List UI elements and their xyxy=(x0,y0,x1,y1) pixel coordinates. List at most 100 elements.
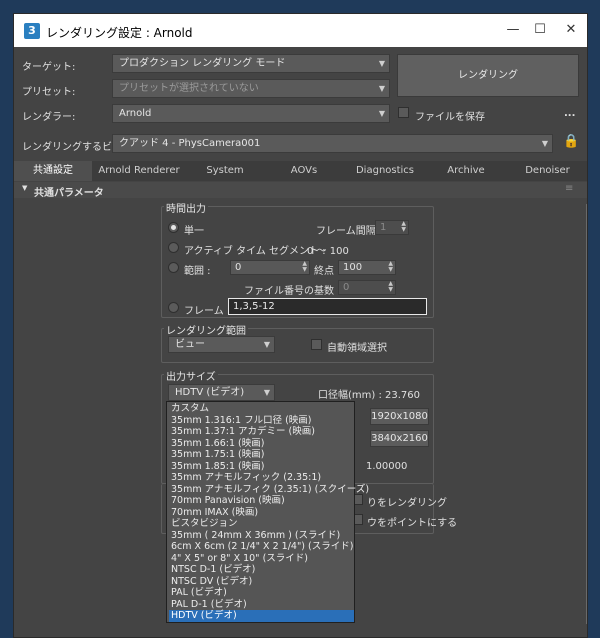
list-item[interactable]: 35mm アナモルフィック (2.35:1) xyxy=(169,472,354,484)
list-item[interactable]: ビスタビジョン xyxy=(169,518,354,530)
active-segment-value: 0 〜 100 xyxy=(307,246,349,257)
list-item[interactable]: 35mm 1.85:1 (映画) xyxy=(169,461,354,473)
list-item[interactable]: 70mm IMAX (映画) xyxy=(169,507,354,519)
list-item-selected[interactable]: HDTV (ビデオ) xyxy=(169,610,354,622)
save-file-checkbox[interactable] xyxy=(398,107,409,118)
option-label-1: りをレンダリング xyxy=(367,498,447,509)
tab-aovs[interactable]: AOVs xyxy=(264,161,344,181)
chevron-down-icon: ▼ xyxy=(378,59,385,68)
frames-input[interactable]: 1,3,5-12 xyxy=(228,298,427,315)
render-button[interactable]: レンダリング xyxy=(397,54,579,97)
file-number-spinner[interactable]: 0 ▲ ▼ xyxy=(338,280,396,295)
auto-region-label: 自動領域選択 xyxy=(327,343,387,354)
tab-denoiser[interactable]: Denoiser xyxy=(506,161,587,181)
preset-combo[interactable]: プリセットが選択されていない ▼ xyxy=(112,79,390,98)
active-segment-radio[interactable] xyxy=(168,242,179,253)
list-item[interactable]: 6cm X 6cm (2 1/4" X 2 1/4") (スライド) xyxy=(169,541,354,553)
render-area-combo[interactable]: ビュー ▼ xyxy=(168,336,275,353)
range-start-spinner[interactable]: 0 ▲ ▼ xyxy=(230,260,310,275)
frame-interval-value: 1 xyxy=(380,222,387,233)
rollout-menu-icon[interactable]: ≡ xyxy=(565,183,573,194)
time-output-title: 時間出力 xyxy=(164,200,208,215)
collapse-arrow-icon: ▼ xyxy=(22,184,28,192)
option-label-2: ウをポイントにする xyxy=(367,518,458,529)
list-item[interactable]: 35mm ( 24mm X 36mm ) (スライド) xyxy=(169,530,354,542)
list-item[interactable]: 35mm 1.37:1 アカデミー (映画) xyxy=(169,426,354,438)
range-end-spinner[interactable]: 100 ▲ ▼ xyxy=(338,260,396,275)
range-radio[interactable] xyxy=(168,262,179,273)
tab-common[interactable]: 共通設定 xyxy=(14,161,92,181)
more-button[interactable]: ... xyxy=(564,108,575,119)
tab-bar: 共通設定 Arnold Renderer System AOVs Diagnos… xyxy=(14,161,587,181)
common-parameters-rollout[interactable]: ▼ 共通パラメータ ≡ xyxy=(14,182,587,199)
chevron-down-icon: ▼ xyxy=(541,139,548,148)
save-file-label: ファイルを保存 xyxy=(415,112,485,123)
output-size-dropdown-list[interactable]: カスタム 35mm 1.316:1 フル口径 (映画) 35mm 1.37:1 … xyxy=(166,401,369,623)
time-output-group: 時間出力 単一 フレーム間隔 : 1 ▲ ▼ アクティブ タイム セグメント : … xyxy=(161,200,434,318)
spinner-arrows-icon: ▲ ▼ xyxy=(388,280,393,293)
chevron-down-icon: ▼ xyxy=(378,109,385,118)
list-item[interactable]: 35mm 1.66:1 (映画) xyxy=(169,438,354,450)
list-item[interactable]: NTSC D-1 (ビデオ) xyxy=(169,564,354,576)
target-combo[interactable]: プロダクション レンダリング モード ▼ xyxy=(112,54,390,73)
renderer-label: レンダラー: xyxy=(22,112,76,123)
spinner-arrows-icon: ▲ ▼ xyxy=(401,220,406,233)
range-label: 範囲 : xyxy=(184,266,211,277)
renderer-combo[interactable]: Arnold ▼ xyxy=(112,104,390,123)
list-item[interactable]: PAL D-1 (ビデオ) xyxy=(169,599,354,611)
preset-value: プリセットが選択されていない xyxy=(119,83,259,94)
active-segment-label: アクティブ タイム セグメント : xyxy=(184,246,326,257)
frames-radio[interactable] xyxy=(168,302,179,313)
minimize-icon[interactable]: — xyxy=(499,18,527,42)
output-size-title: 出力サイズ xyxy=(164,368,218,383)
maximize-icon[interactable]: ☐ xyxy=(526,18,554,42)
title-bar[interactable]: 3 レンダリング設定 : Arnold — ☐ ✕ xyxy=(14,14,587,47)
output-size-value: HDTV (ビデオ) xyxy=(175,387,245,398)
render-setup-window: 3 レンダリング設定 : Arnold — ☐ ✕ ターゲット: プロダクション… xyxy=(13,13,588,638)
window-title: レンダリング設定 : Arnold xyxy=(46,26,193,40)
rollout-title: 共通パラメータ xyxy=(34,188,104,199)
frame-interval-label: フレーム間隔 : xyxy=(316,226,383,237)
range-end-value: 100 xyxy=(343,262,363,273)
chevron-down-icon: ▼ xyxy=(263,340,270,349)
file-number-value: 0 xyxy=(343,282,350,293)
list-item[interactable]: NTSC DV (ビデオ) xyxy=(169,576,354,588)
auto-region-checkbox[interactable] xyxy=(311,339,322,350)
render-area-group: レンダリング範囲 ビュー ▼ 自動領域選択 xyxy=(161,322,434,363)
list-item[interactable]: 70mm Panavision (映画) xyxy=(169,495,354,507)
list-item[interactable]: カスタム xyxy=(169,403,354,415)
tab-arnold-renderer[interactable]: Arnold Renderer xyxy=(92,161,186,181)
aperture-width-label: 口径幅(mm) : 23.760 xyxy=(318,390,421,401)
tab-diagnostics[interactable]: Diagnostics xyxy=(344,161,426,181)
range-end-label: 終点 xyxy=(314,266,334,277)
single-label: 単一 xyxy=(184,226,204,237)
output-size-combo[interactable]: HDTV (ビデオ) ▼ xyxy=(168,384,275,401)
lock-icon[interactable]: 🔒 xyxy=(563,134,579,149)
preset-label: プリセット: xyxy=(22,87,76,98)
resolution-preset-1[interactable]: 1920x1080 xyxy=(370,408,429,425)
target-value: プロダクション レンダリング モード xyxy=(119,58,286,69)
view-value: クアッド 4 - PhysCamera001 xyxy=(119,138,261,149)
range-start-value: 0 xyxy=(235,262,242,273)
scrollbar[interactable] xyxy=(586,204,587,624)
tab-system[interactable]: System xyxy=(186,161,264,181)
list-item[interactable]: 35mm 1.75:1 (映画) xyxy=(169,449,354,461)
render-area-value: ビュー xyxy=(175,339,205,350)
list-item[interactable]: 35mm 1.316:1 フル口径 (映画) xyxy=(169,415,354,427)
resolution-preset-2[interactable]: 3840x2160 xyxy=(370,430,429,447)
list-item[interactable]: 4" X 5" or 8" X 10" (スライド) xyxy=(169,553,354,565)
spinner-arrows-icon: ▲ ▼ xyxy=(302,260,307,273)
chevron-down-icon: ▼ xyxy=(378,84,385,93)
list-item[interactable]: PAL (ビデオ) xyxy=(169,587,354,599)
close-icon[interactable]: ✕ xyxy=(557,18,585,42)
pixel-aspect-value: 1.00000 xyxy=(366,461,408,472)
list-item[interactable]: 35mm アナモルフィク (2.35:1) (スクイーズ) xyxy=(169,484,369,496)
frame-interval-spinner[interactable]: 1 ▲ ▼ xyxy=(375,220,409,235)
renderer-value: Arnold xyxy=(119,108,152,119)
file-number-label: ファイル番号の基数 : xyxy=(244,286,341,297)
single-radio[interactable] xyxy=(168,222,179,233)
view-combo[interactable]: クアッド 4 - PhysCamera001 ▼ xyxy=(112,134,553,153)
tab-archive[interactable]: Archive xyxy=(426,161,506,181)
chevron-down-icon: ▼ xyxy=(263,388,270,397)
render-area-title: レンダリング範囲 xyxy=(164,322,248,337)
